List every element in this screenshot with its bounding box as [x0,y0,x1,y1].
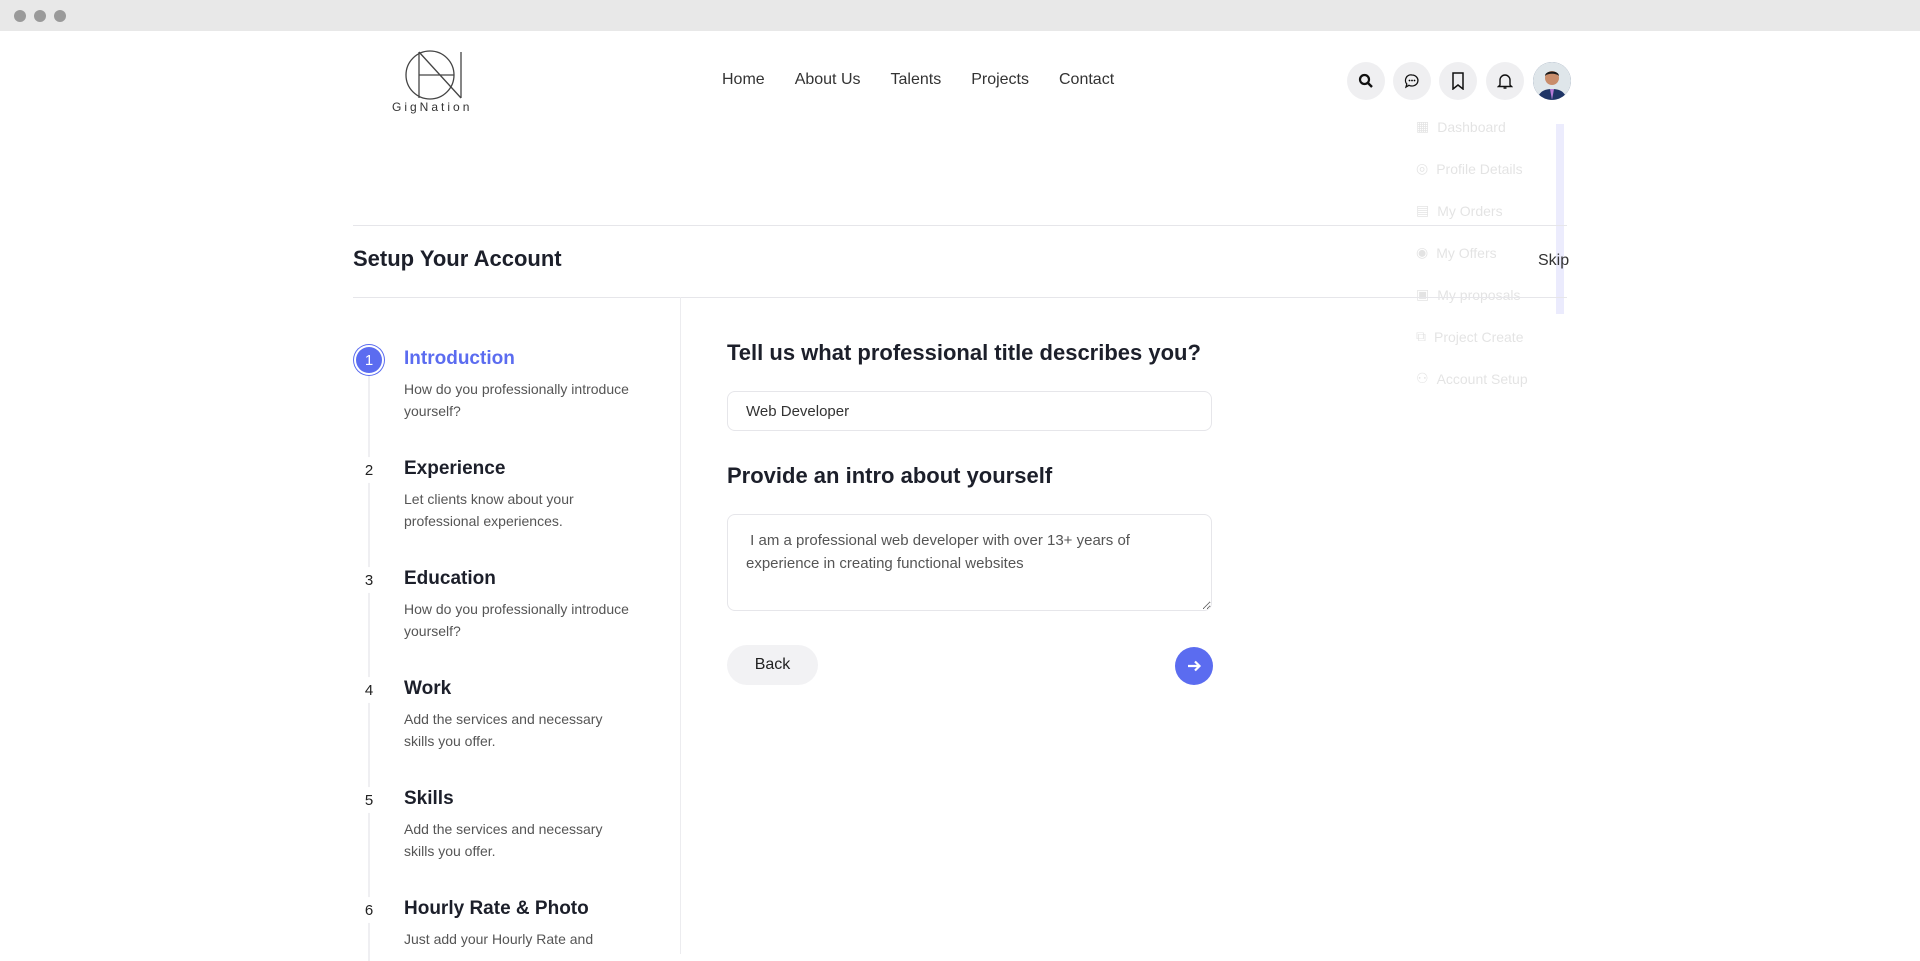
dropdown-item-dashboard[interactable]: ▦ Dashboard [1416,118,1506,135]
step-number: 2 [356,457,382,483]
user-photo [1533,62,1571,100]
user-circle-icon: ◎ [1416,160,1429,176]
window-close-dot[interactable] [14,10,26,22]
nav-home[interactable]: Home [722,71,765,89]
intro-textarea[interactable]: I am a professional web developer with o… [727,514,1212,611]
step-number: 1 [356,347,382,373]
page-title: Setup Your Account [353,246,562,271]
user-edit-icon: ⚇ [1416,370,1429,386]
nav-about-us[interactable]: About Us [795,71,861,89]
window-minimize-dot[interactable] [34,10,46,22]
step-title: Work [404,678,452,699]
logo-text: GigNation [392,100,473,114]
skip-link[interactable]: Skip [1538,252,1569,270]
dropdown-item-my-offers[interactable]: ◉ My Offers [1416,244,1497,261]
step-description: Add the services and necessary skills yo… [404,711,603,749]
dropdown-item-profile-details[interactable]: ◎ Profile Details [1416,160,1523,177]
step-title: Education [404,568,496,589]
orders-icon: ▤ [1416,202,1430,218]
browser-titlebar [0,0,1920,31]
nav-contact[interactable]: Contact [1059,71,1114,89]
dropdown-item-my-orders[interactable]: ▤ My Orders [1416,202,1503,219]
dropdown-item-my-proposals[interactable]: ▣ My proposals [1416,286,1521,303]
bookmark-icon [1452,72,1464,90]
arrow-right-icon [1188,660,1202,672]
bookmark-button[interactable] [1439,62,1477,100]
dropdown-scrollbar[interactable] [1556,124,1564,314]
main-nav: Home About Us Talents Projects Contact [722,71,1114,89]
nav-talents[interactable]: Talents [891,71,942,89]
step-description: Let clients know about your professional… [404,491,574,529]
search-button[interactable] [1347,62,1385,100]
nav-projects[interactable]: Projects [971,71,1029,89]
professional-title-input[interactable] [727,391,1212,431]
search-icon [1358,73,1373,88]
step-description: How do you professionally introduce your… [404,381,629,419]
divider [353,297,1567,298]
step-description: Just add your Hourly Rate and [404,931,594,947]
next-button[interactable] [1175,647,1213,685]
window-maximize-dot[interactable] [54,10,66,22]
step-number: 5 [356,787,382,813]
dropdown-item-account-setup[interactable]: ⚇ Account Setup [1416,370,1528,387]
avatar[interactable] [1533,62,1571,100]
step-title: Introduction [404,348,515,369]
stepper-line [368,361,370,961]
messages-button[interactable] [1393,62,1431,100]
step-description: Add the services and necessary skills yo… [404,821,603,859]
dropdown-item-project-create[interactable]: ⧉ Project Create [1416,328,1523,345]
dashboard-icon: ▦ [1416,118,1430,134]
project-icon: ⧉ [1416,328,1426,344]
step-title: Hourly Rate & Photo [404,898,589,919]
step-number: 4 [356,677,382,703]
bell-icon [1497,74,1513,89]
offer-icon: ◉ [1416,244,1429,260]
step-title: Experience [404,458,506,479]
intro-question: Provide an intro about yourself [727,463,1053,488]
vertical-divider [680,297,681,954]
step-title: Skills [404,788,454,809]
step-description: How do you professionally introduce your… [404,601,629,639]
divider [353,225,1567,226]
title-question: Tell us what professional title describe… [727,340,1201,365]
notifications-button[interactable] [1486,62,1524,100]
proposal-icon: ▣ [1416,286,1430,302]
chat-icon [1404,74,1419,89]
step-number: 6 [356,897,382,923]
step-number: 3 [356,567,382,593]
back-button[interactable]: Back [727,645,818,685]
